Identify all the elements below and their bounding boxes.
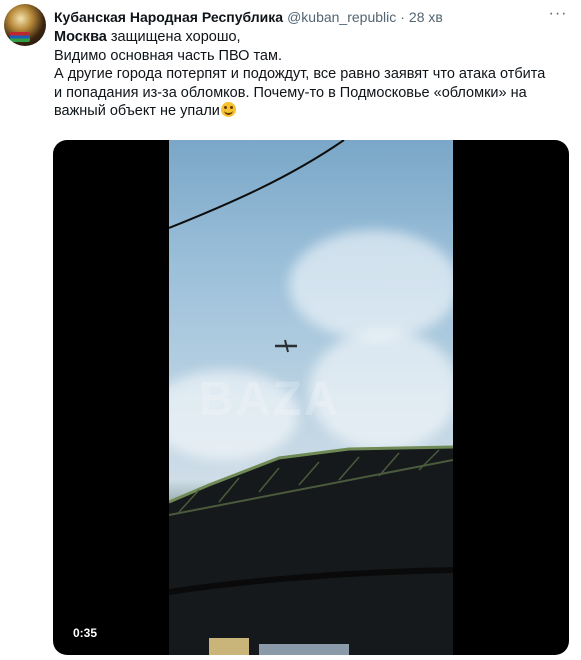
flag-icon xyxy=(10,32,30,42)
tweet-text: Москва защищена хорошо, Видимо основная … xyxy=(54,28,568,121)
tweet-text-line-1-rest: защищена хорошо, xyxy=(106,29,241,45)
author-name[interactable]: Кубанская Народная Республика xyxy=(54,8,283,26)
more-dots-icon[interactable]: ··· xyxy=(548,6,568,24)
avatar[interactable] xyxy=(4,4,46,46)
tweet-timestamp[interactable]: 28 хв xyxy=(409,8,443,26)
tweet-text-line-3: А другие города потерпят и подождут, все… xyxy=(54,66,546,82)
video-frame: BAZA xyxy=(169,140,453,655)
tweet-text-line-1: Москва защищена хорошо, xyxy=(54,28,568,47)
smiling-face-emoji-icon xyxy=(220,102,236,117)
video-duration: 0:35 xyxy=(73,626,98,640)
canopy-roof xyxy=(169,447,453,655)
tweet-text-line-4: и попадания из-за обломков. Почему-то в … xyxy=(54,84,527,101)
tweet-text-line-5: важный объект не упали xyxy=(54,102,568,121)
tweet-text-line-5-text: важный объект не упали xyxy=(54,103,220,119)
video-player[interactable]: BAZA 0:35 xyxy=(53,140,569,655)
tweet-text-line-2: Видимо основная часть ПВО там. xyxy=(54,47,282,64)
author-handle[interactable]: @kuban_republic xyxy=(287,8,396,26)
bold-word: Москва xyxy=(54,29,107,45)
separator-dot: · xyxy=(400,9,405,25)
power-line xyxy=(169,140,345,229)
drone-icon xyxy=(275,339,297,353)
watermark: BAZA xyxy=(199,373,341,426)
tweet-header: Кубанская Народная Республика @kuban_rep… xyxy=(54,8,443,26)
